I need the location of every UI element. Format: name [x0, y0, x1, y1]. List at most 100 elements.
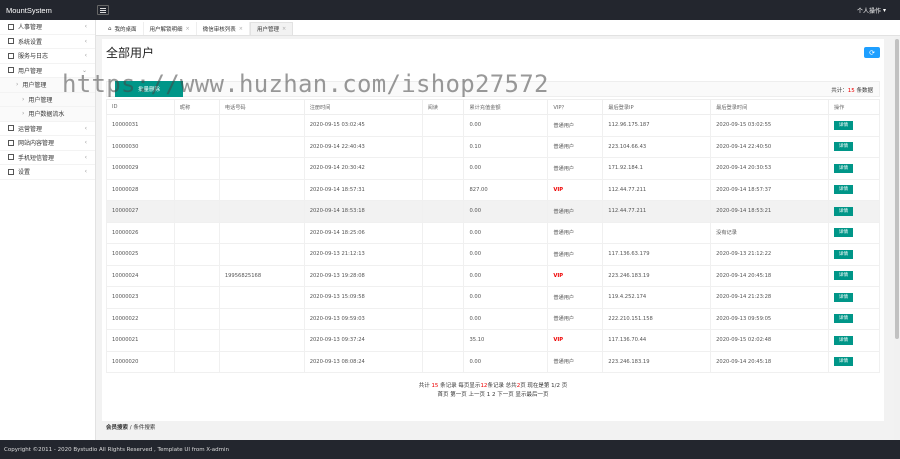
table-cell: [218, 243, 305, 266]
column-header: 注册时间: [303, 99, 423, 115]
detail-button[interactable]: 详情: [833, 206, 853, 216]
close-icon[interactable]: ×: [239, 26, 243, 32]
sidebar-item[interactable]: › 用户管理: [0, 92, 95, 107]
sidebar-item[interactable]: 人事管理 ‹: [0, 20, 95, 35]
sidebar-item[interactable]: 用户管理 ⌄: [0, 64, 95, 78]
table-cell: 没有记录: [710, 221, 829, 244]
table-cell: 2020-09-13 09:37:24: [303, 329, 423, 352]
table-cell: [218, 329, 305, 352]
chevron-icon: ‹: [84, 124, 87, 132]
table-cell: [421, 307, 465, 330]
table-cell: 119.4.252.174: [602, 286, 712, 309]
table-cell: [173, 135, 220, 158]
table-row[interactable]: 10000025 2020-09-13 21:12:13 0.00 普通用户 117.1…: [106, 243, 881, 266]
tab-label: 我的桌面: [114, 26, 137, 33]
detail-button[interactable]: 详情: [833, 142, 853, 152]
tab-label: 用户解锁明细: [149, 26, 183, 33]
detail-button[interactable]: 详情: [833, 249, 853, 259]
table-cell: 112.44.77.211: [602, 178, 712, 201]
sidebar: 人事管理 ‹ 系统设置 ‹ 服务与日志 ‹ 用户管理 ⌄ › 用户管理 › 用户管理 › 用户数据流水 运营…: [0, 20, 96, 440]
table-row[interactable]: 10000023 2020-09-13 15:09:58 0.00 普通用户 119.4…: [106, 286, 881, 309]
scrollbar-thumb[interactable]: [895, 39, 899, 339]
vertical-scrollbar[interactable]: [894, 37, 900, 440]
table-cell: 2020-09-14 18:57:37: [710, 178, 829, 201]
tab[interactable]: 微信审核列表 ×: [197, 22, 250, 35]
table-row[interactable]: 10000030 2020-09-14 22:40:43 0.10 普通用户 223.1…: [106, 135, 881, 158]
table-cell: 0.00: [463, 221, 549, 244]
sidebar-item[interactable]: › 用户数据流水: [0, 107, 95, 122]
table-cell: [602, 221, 712, 244]
table-cell: [173, 264, 220, 287]
detail-button[interactable]: 详情: [833, 314, 853, 324]
table-row[interactable]: 10000020 2020-09-13 08:08:24 0.00 普通用户 223.2…: [106, 350, 881, 373]
table-cell: 0.00: [463, 114, 549, 137]
sidebar-item[interactable]: 系统设置 ‹: [0, 35, 95, 49]
table-cell: 223.246.183.19: [602, 350, 712, 373]
sidebar-item[interactable]: 服务与日志 ‹: [0, 49, 95, 64]
table-row[interactable]: 10000029 2020-09-14 20:30:42 0.00 普通用户 171.9…: [106, 157, 881, 180]
table-cell: 2020-09-14 20:30:53: [710, 157, 829, 180]
table-row[interactable]: 10000028 2020-09-14 18:57:31 827.00 VIP 112.…: [106, 178, 881, 201]
close-icon[interactable]: ×: [186, 26, 190, 32]
detail-button[interactable]: 详情: [833, 120, 853, 130]
table-header-row: ID 昵称 电话号码 注册时间 阅读 累计充值金额 VIP？ 最后登录IP 最后登录时间 操作: [106, 99, 881, 115]
table-cell: 222.210.151.158: [602, 307, 712, 330]
table-cell: 10000024: [106, 264, 175, 287]
detail-button[interactable]: 详情: [833, 228, 853, 238]
sidebar-item[interactable]: › 用户管理: [0, 78, 95, 93]
action-cell: 详情: [827, 264, 881, 287]
total-number: 15: [847, 88, 855, 94]
table-cell: 普通用户: [547, 350, 604, 373]
user-menu[interactable]: 个人操作 ▾: [857, 6, 886, 15]
table-row[interactable]: 10000021 2020-09-13 09:37:24 35.10 VIP 117.1…: [106, 329, 881, 352]
table-cell: [421, 135, 465, 158]
batch-delete-button[interactable]: 批量删除: [115, 81, 183, 97]
detail-button[interactable]: 详情: [833, 163, 853, 173]
table-cell: 10000030: [106, 135, 175, 158]
pager-links[interactable]: 首页 第一页 上一页 1 2 下一页 显示最后一页: [102, 391, 884, 400]
table-cell: VIP: [547, 329, 604, 352]
tab[interactable]: 用户解锁明细 ×: [144, 22, 197, 35]
table-cell: 117.136.63.179: [602, 243, 712, 266]
close-icon[interactable]: ×: [282, 26, 286, 32]
table-cell: 2020-09-13 08:08:24: [303, 350, 423, 373]
chevron-icon: ‹: [84, 168, 87, 176]
detail-button[interactable]: 详情: [833, 357, 853, 367]
column-header: 阅读: [421, 99, 465, 115]
menu-icon: [8, 52, 14, 59]
chevron-icon: ‹: [84, 37, 87, 45]
action-cell: 详情: [827, 221, 881, 244]
tab-label: 用户管理: [256, 27, 279, 33]
table-cell: 2020-09-13 09:59:05: [710, 307, 829, 330]
table-cell: 223.246.183.19: [602, 264, 712, 287]
sidebar-item[interactable]: 设置 ‹: [0, 165, 95, 180]
sidebar-item[interactable]: 手机短信管理 ‹: [0, 151, 95, 165]
refresh-button[interactable]: ⟳: [864, 47, 880, 58]
table-cell: 19956825168: [218, 264, 305, 287]
table-row[interactable]: 10000024 19956825168 2020-09-13 19:28:08 0.…: [106, 264, 881, 287]
table-cell: 2020-09-15 02:02:48: [710, 329, 829, 352]
table-cell: [173, 114, 220, 137]
menu-toggle-icon[interactable]: [97, 5, 109, 15]
table-cell: [218, 157, 305, 180]
detail-button[interactable]: 详情: [833, 185, 853, 195]
sidebar-item[interactable]: 运营管理 ‹: [0, 122, 95, 136]
table-cell: 2020-09-14 18:25:06: [303, 221, 423, 244]
tab[interactable]: ⌂ 我的桌面: [102, 22, 144, 35]
action-cell: 详情: [827, 157, 881, 180]
table-cell: VIP: [547, 178, 604, 201]
table-row[interactable]: 10000027 2020-09-14 18:53:18 0.00 普通用户 112.4…: [106, 200, 881, 223]
menu-icon: [8, 23, 14, 30]
detail-button[interactable]: 详情: [833, 292, 853, 302]
table-cell: [421, 350, 465, 373]
sidebar-item[interactable]: 网站内容管理 ‹: [0, 136, 95, 151]
table-row[interactable]: 10000031 2020-09-15 03:02:45 0.00 普通用户 112.9…: [106, 114, 881, 137]
table-row[interactable]: 10000022 2020-09-13 09:59:03 0.00 普通用户 222.2…: [106, 307, 881, 330]
detail-button[interactable]: 详情: [833, 271, 853, 281]
detail-button[interactable]: 详情: [833, 335, 853, 345]
table-cell: 2020-09-14 21:23:28: [710, 286, 829, 309]
table-cell: 2020-09-14 18:53:21: [710, 200, 829, 223]
search-section-label: 会员搜索 / 条件搜索: [106, 425, 156, 431]
table-row[interactable]: 10000026 2020-09-14 18:25:06 0.00 普通用户 没有记录详…: [106, 221, 881, 244]
tab[interactable]: 用户管理 ×: [249, 22, 294, 35]
